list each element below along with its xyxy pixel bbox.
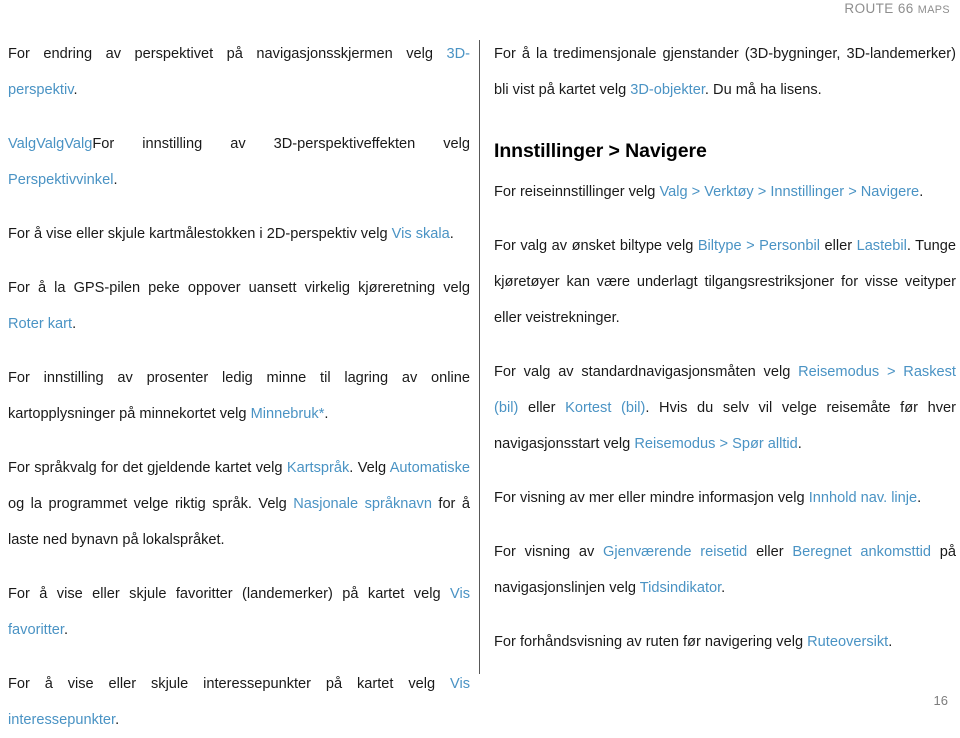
document-page: ROUTE 66 MAPS For endring av perspektive… xyxy=(0,0,960,728)
menu-path-link[interactable]: ValgValgValg xyxy=(8,136,92,152)
body-text-run: . Du må ha lisens. xyxy=(704,82,822,98)
menu-path-link[interactable]: Reisemodus > Spør alltid xyxy=(634,436,797,452)
body-text-run: For å la GPS-pilen peke oppover uansett … xyxy=(8,280,470,296)
body-text-run: . xyxy=(73,82,78,98)
body-text-run: . xyxy=(324,406,329,422)
running-header-title-small: MAPS xyxy=(917,4,950,16)
body-text-run: For språkvalg for det gjeldende kartet v… xyxy=(8,460,287,476)
body-text-run: For endring av perspektivet på navigasjo… xyxy=(8,46,447,62)
paragraph-p-reiseinnstillinger: For reiseinnstillinger velg Valg > Verkt… xyxy=(494,174,956,210)
paragraph-p-vis-interessepunkter: For å vise eller skjule interessepunkter… xyxy=(8,666,470,738)
body-text-run: For å vise eller skjule favoritter (land… xyxy=(8,586,450,602)
body-text-run: . xyxy=(63,622,69,638)
body-text-run: For valg av ønsket biltype velg xyxy=(494,238,698,254)
body-text-run: . xyxy=(797,436,802,452)
paragraph-p-ruteoversikt: For forhåndsvisning av ruten før naviger… xyxy=(494,624,956,660)
paragraph-p-perspektivvinkel: ValgValgValgFor innstilling av 3D-perspe… xyxy=(8,126,470,198)
paragraph-p-tidsindikator: For visning av Gjenværende reisetid elle… xyxy=(494,534,956,606)
left-column: For endring av perspektivet på navigasjo… xyxy=(8,36,470,738)
body-text-run: og la programmet velge riktig språk. Vel… xyxy=(8,496,294,512)
body-text-run: For visning av mer eller mindre informas… xyxy=(494,490,809,506)
menu-path-link[interactable]: Perspektivvinkel xyxy=(8,172,113,188)
running-header-title-main: ROUTE 66 xyxy=(844,1,918,16)
body-text-run: For innstilling av 3D-perspektiveffekten… xyxy=(92,136,470,152)
body-text-run: . xyxy=(449,226,454,242)
menu-path-link[interactable]: Roter kart xyxy=(8,316,72,332)
paragraph-p-innhold-nav-linje: For visning av mer eller mindre informas… xyxy=(494,480,956,516)
menu-path-link[interactable]: Lastebil xyxy=(857,238,907,254)
body-text-run: . xyxy=(917,490,922,506)
body-text-run: eller xyxy=(518,400,566,416)
menu-path-link[interactable]: Vis skala xyxy=(392,226,450,242)
menu-path-link[interactable]: Kortest (bil) xyxy=(565,400,645,416)
menu-path-link[interactable]: Innhold nav. linje xyxy=(809,490,917,506)
body-text-run: For reiseinnstillinger velg xyxy=(494,184,660,200)
menu-path-link[interactable]: Nasjonale språknavn xyxy=(293,496,432,512)
paragraph-p-vis-skala: For å vise eller skjule kartmålestokken … xyxy=(8,216,470,252)
body-columns: For endring av perspektivet på navigasjo… xyxy=(0,36,960,728)
body-text-run: . xyxy=(113,172,118,188)
menu-path-link[interactable]: Tidsindikator xyxy=(640,580,721,596)
body-text-run: For visning av xyxy=(494,544,604,560)
menu-path-link[interactable]: Automatiske xyxy=(390,460,470,476)
body-text-run: For innstilling av prosenter ledig minne… xyxy=(8,370,470,422)
body-text-run: For valg av standardnavigasjonsmåten vel… xyxy=(494,364,799,380)
right-column: For å la tredimensjonale gjenstander (3D… xyxy=(494,36,956,660)
body-text-run: For å vise eller skjule interessepunkter… xyxy=(8,676,450,692)
paragraph-p-3d-objekter: For å la tredimensjonale gjenstander (3D… xyxy=(494,36,956,108)
paragraph-p-reisemodus: For valg av standardnavigasjonsmåten vel… xyxy=(494,354,956,462)
menu-path-link[interactable]: Valg > Verktøy > Innstillinger > Naviger… xyxy=(659,184,919,200)
menu-path-link[interactable]: Gjenværende reisetid xyxy=(603,544,747,560)
menu-path-link[interactable]: Ruteoversikt xyxy=(807,634,888,650)
menu-path-link[interactable]: Beregnet ankomsttid xyxy=(792,544,931,560)
body-text-run: . xyxy=(888,634,893,650)
running-header: ROUTE 66 MAPS xyxy=(450,0,950,19)
body-text-run: eller xyxy=(747,544,793,560)
body-text-run: . Velg xyxy=(349,460,390,476)
menu-path-link[interactable]: Minnebruk* xyxy=(251,406,325,422)
paragraph-p-vis-favoritter: For å vise eller skjule favoritter (land… xyxy=(8,576,470,648)
body-text-run: . xyxy=(72,316,77,332)
paragraph-p-biltype: For valg av ønsket biltype velg Biltype … xyxy=(494,228,956,336)
section-heading: Innstillinger > Navigere xyxy=(494,140,707,162)
paragraph-p-3d-perspektiv: For endring av perspektivet på navigasjo… xyxy=(8,36,470,108)
body-text-run: For forhåndsvisning av ruten før naviger… xyxy=(494,634,808,650)
paragraph-p-minnebruk: For innstilling av prosenter ledig minne… xyxy=(8,360,470,432)
paragraph-p-roter-kart: For å la GPS-pilen peke oppover uansett … xyxy=(8,270,470,342)
body-text-run: eller xyxy=(820,238,857,254)
menu-path-link[interactable]: 3D-objekter xyxy=(630,82,705,98)
menu-path-link[interactable]: Biltype > Personbil xyxy=(698,238,820,254)
paragraph-p-kartsprak: For språkvalg for det gjeldende kartet v… xyxy=(8,450,470,558)
body-text-run: . xyxy=(919,184,924,200)
column-divider xyxy=(479,40,480,674)
menu-path-link[interactable]: Kartspråk xyxy=(287,460,349,476)
page-number: 16 xyxy=(933,693,948,708)
body-text-run: . xyxy=(115,712,120,728)
body-text-run: . xyxy=(721,580,726,596)
body-text-run: For å vise eller skjule kartmålestokken … xyxy=(8,226,392,242)
